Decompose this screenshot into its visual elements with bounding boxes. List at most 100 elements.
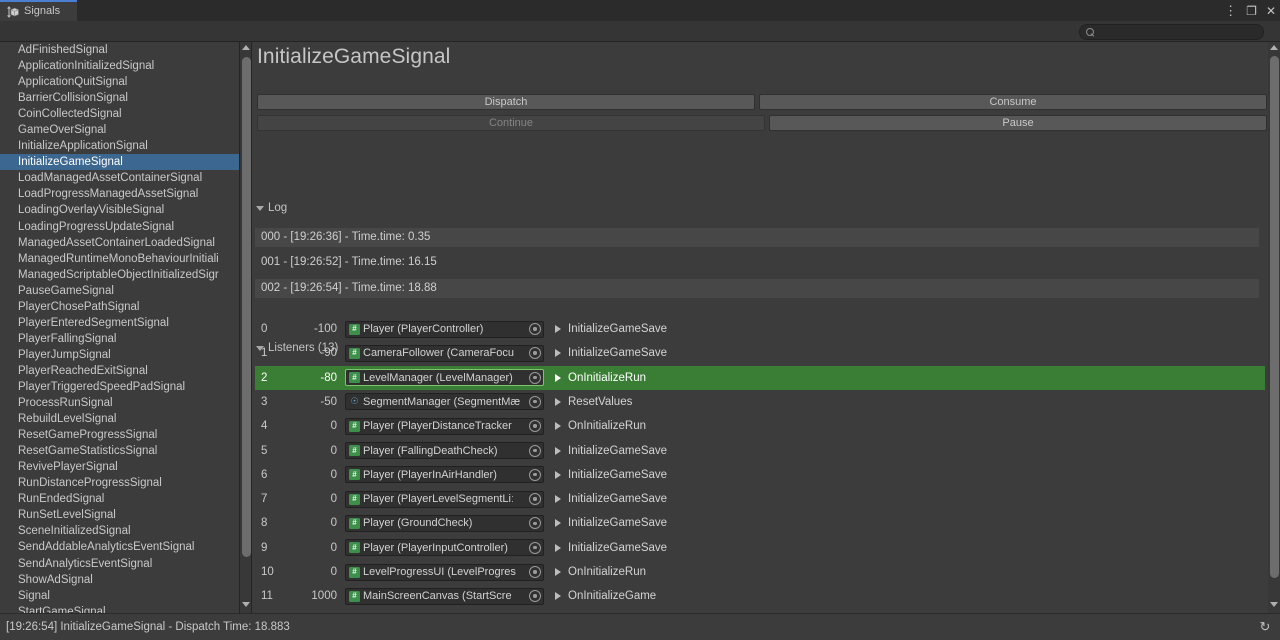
- scroll-up-arrow-icon[interactable]: [242, 45, 250, 53]
- object-picker-icon[interactable]: [529, 566, 541, 578]
- dispatch-button[interactable]: Dispatch: [257, 94, 755, 110]
- close-icon[interactable]: ✕: [1266, 5, 1276, 17]
- signal-list-item[interactable]: LoadingOverlayVisibleSignal: [0, 202, 239, 218]
- signal-list-item[interactable]: ApplicationQuitSignal: [0, 74, 239, 90]
- object-picker-icon[interactable]: [529, 517, 541, 530]
- object-field[interactable]: # CameraFollower (CameraFocu: [345, 344, 544, 362]
- object-picker-icon[interactable]: [529, 420, 541, 433]
- object-field[interactable]: # Player (PlayerLevelSegmentLiː: [345, 490, 544, 508]
- object-picker-icon[interactable]: [529, 468, 541, 481]
- object-field[interactable]: # Player (PlayerInAirHandler): [345, 466, 544, 484]
- signal-list-item[interactable]: ResetGameProgressSignal: [0, 427, 239, 443]
- listener-row[interactable]: 2 -80 # LevelManager (LevelManager) OnInitia…: [255, 365, 1265, 390]
- signal-list-item[interactable]: PauseGameSignal: [0, 283, 239, 299]
- signal-list-item[interactable]: SendAnalyticsEventSignal: [0, 556, 239, 572]
- signal-list-item[interactable]: BarrierCollisionSignal: [0, 90, 239, 106]
- chevron-right-icon[interactable]: [555, 422, 561, 431]
- signal-list-item[interactable]: CoinCollectedSignal: [0, 106, 239, 122]
- chevron-right-icon[interactable]: [555, 592, 561, 601]
- object-field[interactable]: # Player (PlayerDistanceTracker: [345, 417, 544, 435]
- listener-row[interactable]: 3 -50 ☉ SegmentManager (SegmentMæ ResetValue…: [255, 390, 1265, 414]
- signal-list-item[interactable]: AdFinishedSignal: [0, 42, 239, 58]
- object-picker-icon[interactable]: [529, 395, 541, 408]
- more-options-icon[interactable]: ⋮: [1224, 4, 1237, 17]
- signal-list-item[interactable]: SendAddableAnalyticsEventSignal: [0, 539, 239, 555]
- listener-row[interactable]: 8 0 # Player (GroundCheck) InitializeGameSav…: [255, 511, 1265, 535]
- consume-button[interactable]: Consume: [759, 94, 1267, 110]
- object-field[interactable]: # LevelProgressUI (LevelProgres: [345, 563, 544, 581]
- listener-row[interactable]: 9 0 # Player (PlayerInputController) Initial…: [255, 536, 1265, 560]
- object-field[interactable]: # MainScreenCanvas (StartScre: [345, 587, 544, 605]
- chevron-right-icon[interactable]: [555, 543, 561, 552]
- chevron-right-icon[interactable]: [555, 397, 561, 406]
- signal-list-item[interactable]: PlayerEnteredSegmentSignal: [0, 315, 239, 331]
- object-field[interactable]: # Player (GroundCheck): [345, 514, 544, 532]
- chevron-right-icon[interactable]: [555, 325, 561, 333]
- search-box[interactable]: [1079, 24, 1264, 40]
- log-foldout[interactable]: Log: [256, 202, 287, 214]
- signal-list-item[interactable]: RunSetLevelSignal: [0, 507, 239, 523]
- object-field[interactable]: ☉ SegmentManager (SegmentMæ: [345, 393, 544, 411]
- signal-list-item[interactable]: RunDistanceProgressSignal: [0, 475, 239, 491]
- object-field[interactable]: # LevelManager (LevelManager): [345, 369, 544, 387]
- object-picker-icon[interactable]: [529, 371, 541, 384]
- object-picker-icon[interactable]: [529, 323, 541, 335]
- pause-button[interactable]: Pause: [769, 115, 1267, 131]
- signal-list-item[interactable]: RebuildLevelSignal: [0, 411, 239, 427]
- chevron-right-icon[interactable]: [555, 373, 561, 382]
- listener-row[interactable]: 10 0 # LevelProgressUI (LevelProgres OnIniti…: [255, 560, 1265, 584]
- detail-scrollbar[interactable]: [1268, 42, 1280, 613]
- chevron-right-icon[interactable]: [555, 349, 561, 358]
- signal-list-item[interactable]: PlayerReachedExitSignal: [0, 363, 239, 379]
- listener-row[interactable]: 5 0 # Player (FallingDeathCheck) InitializeG…: [255, 439, 1265, 463]
- signal-list-item[interactable]: ManagedRuntimeMonoBehaviourInitiali: [0, 251, 239, 267]
- maximize-icon[interactable]: ❐: [1246, 5, 1257, 17]
- listener-row[interactable]: 11 1000 # MainScreenCanvas (StartScre OnInit…: [255, 584, 1265, 608]
- scroll-up-arrow-icon[interactable]: [1270, 45, 1278, 53]
- chevron-right-icon[interactable]: [555, 446, 561, 455]
- chevron-right-icon[interactable]: [555, 470, 561, 479]
- listener-row[interactable]: 7 0 # Player (PlayerLevelSegmentLiː Initiali…: [255, 487, 1265, 511]
- signal-list-item[interactable]: LoadProgressManagedAssetSignal: [0, 186, 239, 202]
- object-field[interactable]: # Player (FallingDeathCheck): [345, 442, 544, 459]
- signal-list-item[interactable]: PlayerJumpSignal: [0, 347, 239, 363]
- signal-list-item[interactable]: PlayerTriggeredSpeedPadSignal: [0, 379, 239, 395]
- signal-list-item[interactable]: GameOverSignal: [0, 122, 239, 138]
- signal-list-item[interactable]: ShowAdSignal: [0, 572, 239, 588]
- listener-row[interactable]: 1 -90 # CameraFollower (CameraFocu Initializ…: [255, 341, 1265, 365]
- signal-list-item[interactable]: LoadManagedAssetContainerSignal: [0, 170, 239, 186]
- refresh-icon[interactable]: ↻: [1258, 620, 1272, 634]
- continue-button[interactable]: Continue: [257, 115, 765, 131]
- signal-list-item[interactable]: StartGameSignal: [0, 604, 239, 613]
- signal-list-item[interactable]: SceneInitializedSignal: [0, 523, 239, 539]
- scrollbar-thumb[interactable]: [1269, 56, 1279, 578]
- signal-list-item[interactable]: LoadingProgressUpdateSignal: [0, 219, 239, 235]
- signal-list-item[interactable]: InitializeGameSignal: [0, 154, 239, 171]
- signal-list-item[interactable]: InitializeApplicationSignal: [0, 138, 239, 154]
- signal-list[interactable]: AdFinishedSignal ApplicationInitializedSi…: [0, 42, 240, 613]
- listener-row[interactable]: 0 -100 # Player (PlayerController) Initializ…: [255, 317, 1265, 341]
- signal-list-scrollbar[interactable]: [240, 42, 252, 613]
- object-picker-icon[interactable]: [529, 541, 541, 554]
- scroll-down-arrow-icon[interactable]: [1270, 602, 1278, 610]
- object-field[interactable]: # Player (PlayerInputController): [345, 539, 544, 557]
- scroll-down-arrow-icon[interactable]: [242, 602, 250, 610]
- scrollbar-thumb[interactable]: [241, 57, 251, 557]
- object-picker-icon[interactable]: [529, 347, 541, 360]
- signal-list-item[interactable]: RevivePlayerSignal: [0, 459, 239, 475]
- signal-list-item[interactable]: RunEndedSignal: [0, 491, 239, 507]
- chevron-right-icon[interactable]: [555, 568, 561, 576]
- signal-list-item[interactable]: PlayerChosePathSignal: [0, 299, 239, 315]
- listener-row[interactable]: 4 0 # Player (PlayerDistanceTracker OnInitia…: [255, 414, 1265, 438]
- signal-list-item[interactable]: ResetGameStatisticsSignal: [0, 443, 239, 459]
- signal-list-item[interactable]: ManagedAssetContainerLoadedSignal: [0, 235, 239, 251]
- signal-list-item[interactable]: ManagedScriptableObjectInitializedSigr: [0, 267, 239, 283]
- signal-list-item[interactable]: ApplicationInitializedSignal: [0, 58, 239, 74]
- object-picker-icon[interactable]: [529, 493, 541, 506]
- signal-list-item[interactable]: PlayerFallingSignal: [0, 331, 239, 347]
- signal-list-item[interactable]: Signal: [0, 588, 239, 604]
- search-input[interactable]: [1099, 26, 1259, 38]
- listener-row[interactable]: 6 0 # Player (PlayerInAirHandler) Initialize…: [255, 463, 1265, 487]
- chevron-right-icon[interactable]: [555, 519, 561, 528]
- chevron-right-icon[interactable]: [555, 495, 561, 504]
